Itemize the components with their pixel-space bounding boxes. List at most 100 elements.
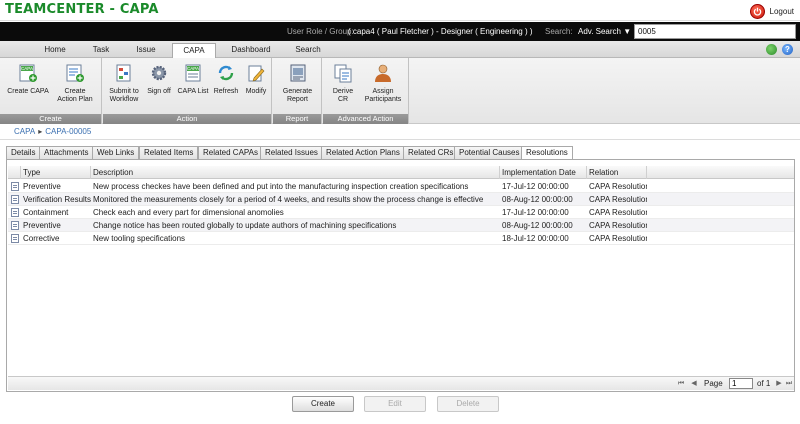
workflow-icon bbox=[116, 64, 131, 82]
gear-icon bbox=[151, 65, 167, 81]
modify-button[interactable]: Modify bbox=[242, 63, 270, 96]
globe-icon[interactable] bbox=[766, 44, 777, 55]
create-action-plan-button[interactable]: Create Action Plan bbox=[54, 63, 96, 104]
cell-description: New process checkes have been defined an… bbox=[93, 182, 469, 191]
column-header-implementation-date[interactable]: Implementation Date bbox=[500, 166, 587, 179]
tab-related-crs[interactable]: Related CRs bbox=[403, 146, 459, 160]
breadcrumb: CAPA ▸ CAPA-00005 bbox=[14, 127, 91, 136]
cell-date: 08-Aug-12 00:00:00 bbox=[502, 221, 573, 230]
tab-web-links[interactable]: Web Links bbox=[92, 146, 140, 160]
tab-related-issues[interactable]: Related Issues bbox=[260, 146, 323, 160]
capa-list-button[interactable]: CAPA CAPA List bbox=[176, 63, 210, 96]
ribbon-group-advanced-action-label: Advanced Action bbox=[323, 114, 408, 124]
logout-area[interactable]: Logout bbox=[749, 2, 794, 20]
cell-date: 17-Jul-12 00:00:00 bbox=[502, 208, 569, 217]
cell-relation: CAPA Resolution bbox=[589, 195, 647, 204]
ribbon-group-advanced-action: Derive CR Assign Participants Advanced A… bbox=[323, 58, 409, 124]
grid-header: Type Description Implementation Date Rel… bbox=[8, 166, 794, 179]
breadcrumb-root[interactable]: CAPA bbox=[14, 127, 35, 136]
next-page-icon[interactable]: ▶ bbox=[775, 380, 783, 388]
submit-to-workflow-label: Submit to Workflow bbox=[109, 88, 139, 103]
cell-type: Verification Results bbox=[23, 195, 91, 204]
sign-off-button[interactable]: Sign off bbox=[143, 63, 175, 96]
tab-related-capas[interactable]: Related CAPAs bbox=[198, 146, 263, 160]
column-header-description[interactable]: Description bbox=[91, 166, 500, 179]
tab-capa[interactable]: CAPA bbox=[172, 43, 216, 58]
cell-date: 08-Aug-12 00:00:00 bbox=[502, 195, 573, 204]
tab-search[interactable]: Search bbox=[286, 43, 330, 58]
ribbon-group-report: Generate Report Report bbox=[273, 58, 322, 124]
svg-text:CAPA: CAPA bbox=[21, 66, 33, 71]
tab-related-items[interactable]: Related Items bbox=[139, 146, 199, 160]
document-icon bbox=[11, 195, 19, 204]
capa-list-icon: CAPA bbox=[185, 64, 201, 82]
title-bar: TEAMCENTER - CAPA Logout bbox=[0, 0, 800, 21]
ribbon-group-create: CAPA Create CAPA Create Action Plan Crea… bbox=[0, 58, 102, 124]
first-page-icon[interactable]: ⏮ bbox=[677, 380, 685, 388]
page-number-input[interactable] bbox=[729, 378, 753, 389]
table-row[interactable]: Verification Results Monitored the measu… bbox=[8, 193, 794, 206]
create-capa-button[interactable]: CAPA Create CAPA bbox=[6, 63, 50, 96]
ribbon-group-action-label: Action bbox=[103, 114, 271, 124]
report-icon bbox=[290, 64, 305, 82]
create-action-plan-label: Create Action Plan bbox=[57, 88, 93, 103]
logout-link[interactable]: Logout bbox=[770, 7, 794, 16]
create-capa-label: Create CAPA bbox=[7, 88, 49, 95]
create-button[interactable]: Create bbox=[292, 396, 354, 412]
svg-text:CAPA: CAPA bbox=[187, 66, 199, 71]
column-header-relation[interactable]: Relation bbox=[587, 166, 647, 179]
tab-attachments[interactable]: Attachments bbox=[39, 146, 94, 160]
cell-relation: CAPA Resolution bbox=[589, 234, 647, 243]
derive-cr-button[interactable]: Derive CR bbox=[327, 63, 359, 104]
power-icon[interactable] bbox=[749, 3, 765, 19]
table-row[interactable]: Containment Check each and every part fo… bbox=[8, 206, 794, 219]
tab-dashboard[interactable]: Dashboard bbox=[224, 43, 278, 58]
column-header-type[interactable]: Type bbox=[21, 166, 91, 179]
table-row[interactable]: Preventive New process checkes have been… bbox=[8, 180, 794, 193]
generate-report-label: Generate Report bbox=[282, 88, 313, 103]
adv-search-dropdown[interactable]: Adv. Search ▼ bbox=[578, 27, 631, 36]
submit-to-workflow-button[interactable]: Submit to Workflow bbox=[106, 63, 142, 104]
cell-type: Preventive bbox=[23, 182, 61, 191]
tab-potential-causes[interactable]: Potential Causes bbox=[454, 146, 525, 160]
generate-report-button[interactable]: Generate Report bbox=[277, 63, 318, 104]
cell-type: Containment bbox=[23, 208, 69, 217]
assign-participants-button[interactable]: Assign Participants bbox=[361, 63, 405, 104]
cell-relation: CAPA Resolution bbox=[589, 208, 647, 217]
person-icon bbox=[375, 64, 391, 82]
cell-relation: CAPA Resolution bbox=[589, 182, 647, 191]
table-row[interactable]: Preventive Change notice has been routed… bbox=[8, 219, 794, 232]
refresh-icon bbox=[218, 65, 234, 81]
prev-page-icon[interactable]: ◀ bbox=[690, 380, 698, 388]
tab-home[interactable]: Home bbox=[36, 43, 74, 58]
modify-label: Modify bbox=[245, 88, 267, 95]
document-icon bbox=[11, 208, 19, 217]
cell-type: Corrective bbox=[23, 234, 60, 243]
cell-type: Preventive bbox=[23, 221, 61, 230]
search-input[interactable] bbox=[634, 24, 796, 39]
derive-cr-label: Derive CR bbox=[332, 88, 354, 103]
last-page-icon[interactable]: ⏭ bbox=[785, 380, 793, 388]
menu-tabs: Home Task Issue CAPA Dashboard Search ? bbox=[0, 41, 800, 58]
table-row[interactable]: Corrective New tooling specifications 18… bbox=[8, 232, 794, 245]
ribbon-group-report-label: Report bbox=[273, 114, 321, 124]
tab-details[interactable]: Details bbox=[6, 146, 41, 160]
edit-button[interactable]: Edit bbox=[364, 396, 426, 412]
refresh-label: Refresh bbox=[213, 88, 239, 95]
divider bbox=[0, 139, 800, 140]
breadcrumb-separator-icon: ▸ bbox=[38, 127, 43, 136]
document-icon bbox=[11, 182, 19, 191]
user-role-value: ( capa4 ( Paul Fletcher ) - Designer ( E… bbox=[348, 27, 533, 36]
refresh-button[interactable]: Refresh bbox=[211, 63, 241, 96]
tab-task[interactable]: Task bbox=[82, 43, 120, 58]
tab-issue[interactable]: Issue bbox=[127, 43, 165, 58]
tab-related-action-plans[interactable]: Related Action Plans bbox=[321, 146, 405, 160]
header-icon-column bbox=[8, 166, 21, 179]
delete-button[interactable]: Delete bbox=[437, 396, 499, 412]
create-capa-icon: CAPA bbox=[19, 64, 37, 82]
user-bar: User Role / Group: ( capa4 ( Paul Fletch… bbox=[0, 22, 800, 41]
breadcrumb-current[interactable]: CAPA-00005 bbox=[45, 127, 91, 136]
help-icon[interactable]: ? bbox=[782, 44, 793, 55]
action-plan-icon bbox=[66, 64, 84, 82]
assign-participants-label: Assign Participants bbox=[364, 88, 402, 103]
